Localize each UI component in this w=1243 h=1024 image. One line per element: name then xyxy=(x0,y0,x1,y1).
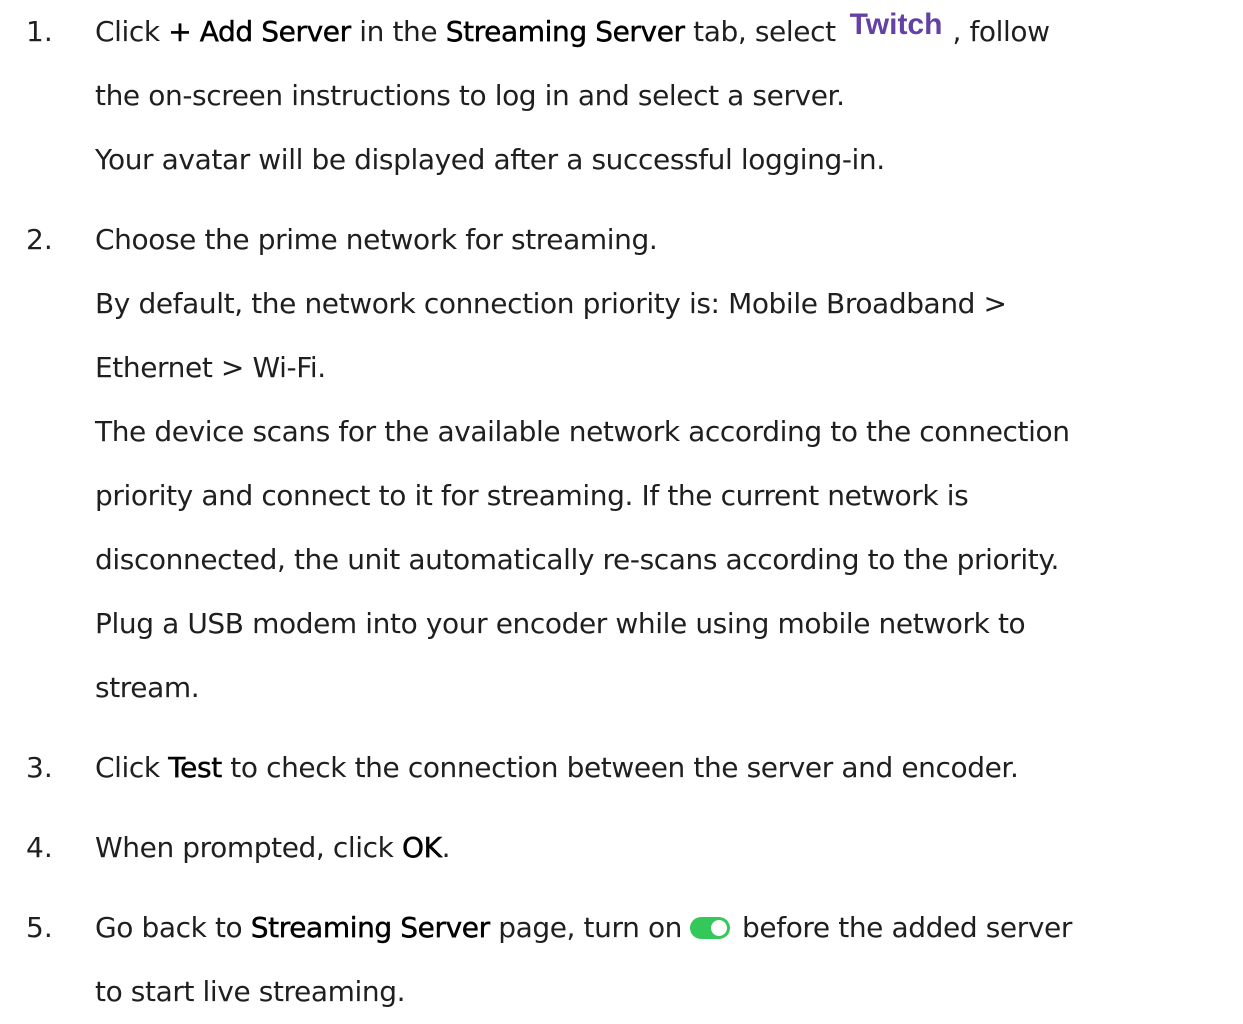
step-line: disconnected, the unit automatically re-… xyxy=(95,543,1060,576)
step-text: Click xyxy=(95,15,169,48)
ok-term: OK xyxy=(402,831,442,864)
step-line: to start live streaming. xyxy=(95,975,406,1008)
step-text: before the added server xyxy=(742,911,1072,944)
step-text: When prompted, click xyxy=(95,831,402,864)
step-number: 4. xyxy=(26,831,53,864)
toggle-knob xyxy=(711,920,728,936)
step-number: 3. xyxy=(26,751,53,784)
step-line: Plug a USB modem into your encoder while… xyxy=(95,607,1026,640)
step-number: 1. xyxy=(26,15,53,48)
step-text: in the xyxy=(350,15,446,48)
step-line: Go back to Streaming Server page, turn o… xyxy=(95,896,1072,960)
step-1: 1. Click + Add Server in the Streaming S… xyxy=(0,0,1050,192)
step-text: , follow xyxy=(952,15,1050,48)
step-text: to check the connection between the serv… xyxy=(221,751,1019,784)
toggle-on-icon xyxy=(690,917,731,939)
step-line: Your avatar will be displayed after a su… xyxy=(95,143,885,176)
step-5: 5. Go back to Streaming Server page, tur… xyxy=(0,896,1072,1024)
step-line: When prompted, click OK. xyxy=(95,816,451,880)
step-number: 5. xyxy=(26,911,53,944)
step-4: 4. When prompted, click OK. xyxy=(0,816,451,880)
step-number: 2. xyxy=(26,223,53,256)
step-2: 2. Choose the prime network for streamin… xyxy=(0,208,1070,720)
streaming-server-term: Streaming Server xyxy=(445,15,685,48)
step-line: Click Test to check the connection betwe… xyxy=(95,736,1019,800)
step-line: stream. xyxy=(95,671,200,704)
step-line: The device scans for the available netwo… xyxy=(95,415,1070,448)
step-line: Choose the prime network for streaming. xyxy=(95,223,658,256)
step-line: priority and connect to it for streaming… xyxy=(95,479,969,512)
step-text: page, turn on xyxy=(489,911,683,944)
step-text: tab, select xyxy=(684,15,836,48)
step-text: Go back to xyxy=(95,911,251,944)
add-server-term: + Add Server xyxy=(168,15,351,48)
step-text: Click xyxy=(95,751,169,784)
step-line: By default, the network connection prior… xyxy=(95,287,1007,320)
step-line: Ethernet > Wi-Fi. xyxy=(95,351,326,384)
step-3: 3. Click Test to check the connection be… xyxy=(0,736,1019,800)
test-term: Test xyxy=(168,751,222,784)
step-line: Click + Add Server in the Streaming Serv… xyxy=(95,0,1050,64)
streaming-server-term: Streaming Server xyxy=(250,911,491,944)
step-line: the on-screen instructions to log in and… xyxy=(95,79,845,112)
twitch-logo: Twitch xyxy=(849,8,943,41)
step-text: . xyxy=(441,831,451,864)
